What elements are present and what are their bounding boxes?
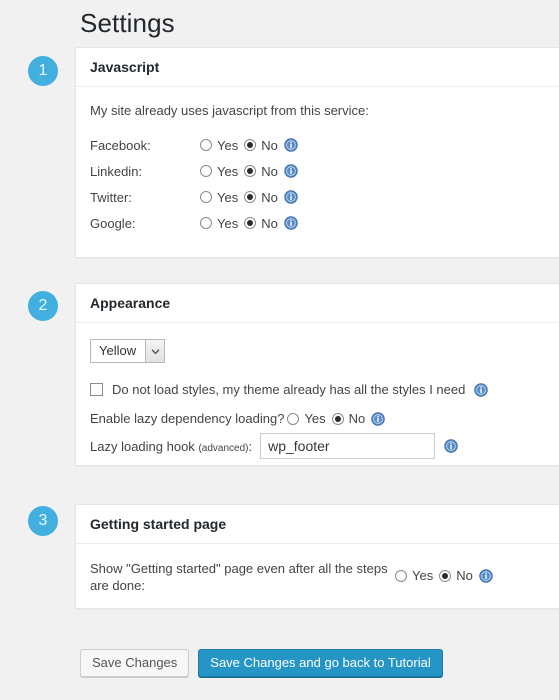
info-icon[interactable] — [284, 216, 298, 230]
lazy-hook-label-advanced: (advanced) — [198, 442, 249, 454]
radio-label-linkedin-no: No — [261, 163, 278, 179]
no-styles-row: Do not load styles, my theme already has… — [90, 382, 546, 397]
radio-google-yes[interactable] — [200, 217, 212, 229]
radio-label-linkedin-yes: Yes — [217, 163, 239, 179]
radio-group-linkedin: Yes No — [200, 164, 298, 179]
info-icon[interactable] — [284, 164, 298, 178]
lazy-hook-label: Lazy loading hook (advanced): — [90, 439, 252, 454]
radio-label-getting-started-no: No — [456, 568, 473, 583]
radio-option-lazy-no[interactable]: No — [331, 411, 372, 426]
radio-label-facebook-no: No — [261, 137, 278, 153]
service-label-twitter: Twitter: — [90, 189, 132, 205]
service-label-linkedin: Linkedin: — [90, 163, 143, 179]
info-icon[interactable] — [479, 568, 493, 583]
lazy-hook-input[interactable] — [260, 433, 436, 459]
lazy-loading-row: Enable lazy dependency loading? Yes No — [90, 411, 546, 426]
service-label-google: Google: — [90, 215, 136, 231]
radio-google-no[interactable] — [244, 217, 257, 229]
javascript-panel-header: Javascript — [76, 48, 559, 87]
radio-option-google-no[interactable]: No — [244, 216, 284, 231]
lazy-hook-label-main: Lazy loading hook — [90, 438, 195, 454]
radio-lazy-no[interactable] — [331, 412, 344, 425]
getting-started-row: Show "Getting started" page even after a… — [90, 560, 546, 594]
getting-started-panel: Getting started page Show "Getting start… — [75, 504, 559, 609]
javascript-intro-text: My site already uses javascript from thi… — [90, 103, 369, 118]
radio-label-google-no: No — [261, 215, 278, 231]
service-row-twitter: Twitter: Yes No — [90, 184, 546, 210]
appearance-panel-header: Appearance — [76, 284, 559, 323]
radio-option-google-yes[interactable]: Yes — [200, 216, 244, 231]
page-title: Settings — [80, 8, 175, 38]
button-bar: Save Changes Save Changes and go back to… — [80, 649, 443, 677]
radio-option-lazy-yes[interactable]: Yes — [287, 411, 331, 426]
step-badge-3: 3 — [28, 506, 58, 536]
no-styles-label: Do not load styles, my theme already has… — [112, 382, 466, 397]
radio-group-facebook: Yes No — [200, 138, 298, 153]
radio-option-facebook-no[interactable]: No — [244, 138, 284, 153]
info-icon[interactable] — [474, 382, 489, 397]
radio-option-getting-started-yes[interactable]: Yes — [395, 568, 439, 583]
info-icon[interactable] — [284, 190, 298, 204]
service-row-facebook: Facebook: Yes No — [90, 132, 546, 158]
lazy-hook-label-colon: : — [248, 438, 253, 454]
radio-option-twitter-no[interactable]: No — [244, 190, 284, 205]
getting-started-panel-body: Show "Getting started" page even after a… — [76, 544, 559, 608]
radio-label-twitter-no: No — [261, 189, 278, 205]
radio-facebook-yes[interactable] — [200, 139, 212, 151]
radio-option-linkedin-yes[interactable]: Yes — [200, 164, 244, 179]
lazy-loading-question: Enable lazy dependency loading? — [90, 411, 285, 426]
radio-label-facebook-yes: Yes — [217, 137, 239, 153]
chevron-down-icon[interactable] — [145, 340, 165, 362]
radio-option-facebook-yes[interactable]: Yes — [200, 138, 244, 153]
radio-linkedin-no[interactable] — [244, 165, 257, 177]
radio-getting-started-yes[interactable] — [395, 569, 407, 582]
style-select-value: Yellow — [99, 343, 137, 358]
getting-started-question: Show "Getting started" page even after a… — [90, 561, 388, 593]
service-row-linkedin: Linkedin: Yes No — [90, 158, 546, 184]
radio-label-google-yes: Yes — [217, 215, 239, 231]
radio-label-twitter-yes: Yes — [217, 189, 239, 205]
radio-twitter-no[interactable] — [244, 191, 257, 203]
info-icon[interactable] — [284, 138, 298, 152]
no-styles-checkbox[interactable] — [90, 383, 103, 396]
info-icon[interactable] — [444, 439, 458, 453]
info-icon[interactable] — [371, 411, 386, 426]
radio-twitter-yes[interactable] — [200, 191, 212, 203]
radio-getting-started-no[interactable] — [439, 569, 452, 582]
appearance-panel: Appearance Yellow Do not load styles, my… — [75, 283, 559, 466]
getting-started-panel-header: Getting started page — [76, 505, 559, 544]
radio-label-lazy-no: No — [348, 411, 366, 426]
radio-group-google: Yes No — [200, 216, 298, 231]
javascript-panel-body: My site already uses javascript from thi… — [76, 87, 559, 250]
radio-label-lazy-yes: Yes — [304, 411, 326, 426]
radio-group-twitter: Yes No — [200, 190, 298, 205]
service-label-facebook: Facebook: — [90, 137, 151, 153]
style-select[interactable]: Yellow — [90, 339, 166, 363]
radio-group-getting-started: Yes No — [395, 560, 493, 583]
appearance-panel-body: Yellow Do not load styles, my theme alre… — [76, 323, 559, 473]
step-badge-1: 1 — [28, 56, 58, 86]
radio-linkedin-yes[interactable] — [200, 165, 212, 177]
radio-facebook-no[interactable] — [244, 139, 257, 151]
javascript-panel: Javascript My site already uses javascri… — [75, 47, 559, 258]
service-row-google: Google: Yes No — [90, 210, 546, 236]
step-badge-2: 2 — [28, 291, 58, 321]
radio-option-getting-started-no[interactable]: No — [439, 568, 479, 583]
lazy-hook-row: Lazy loading hook (advanced): — [90, 433, 546, 459]
radio-option-linkedin-no[interactable]: No — [244, 164, 284, 179]
save-changes-button[interactable]: Save Changes — [80, 649, 190, 677]
save-changes-and-return-button[interactable]: Save Changes and go back to Tutorial — [198, 649, 443, 677]
radio-lazy-yes[interactable] — [287, 412, 300, 425]
radio-option-twitter-yes[interactable]: Yes — [200, 190, 244, 205]
radio-label-getting-started-yes: Yes — [412, 568, 434, 583]
